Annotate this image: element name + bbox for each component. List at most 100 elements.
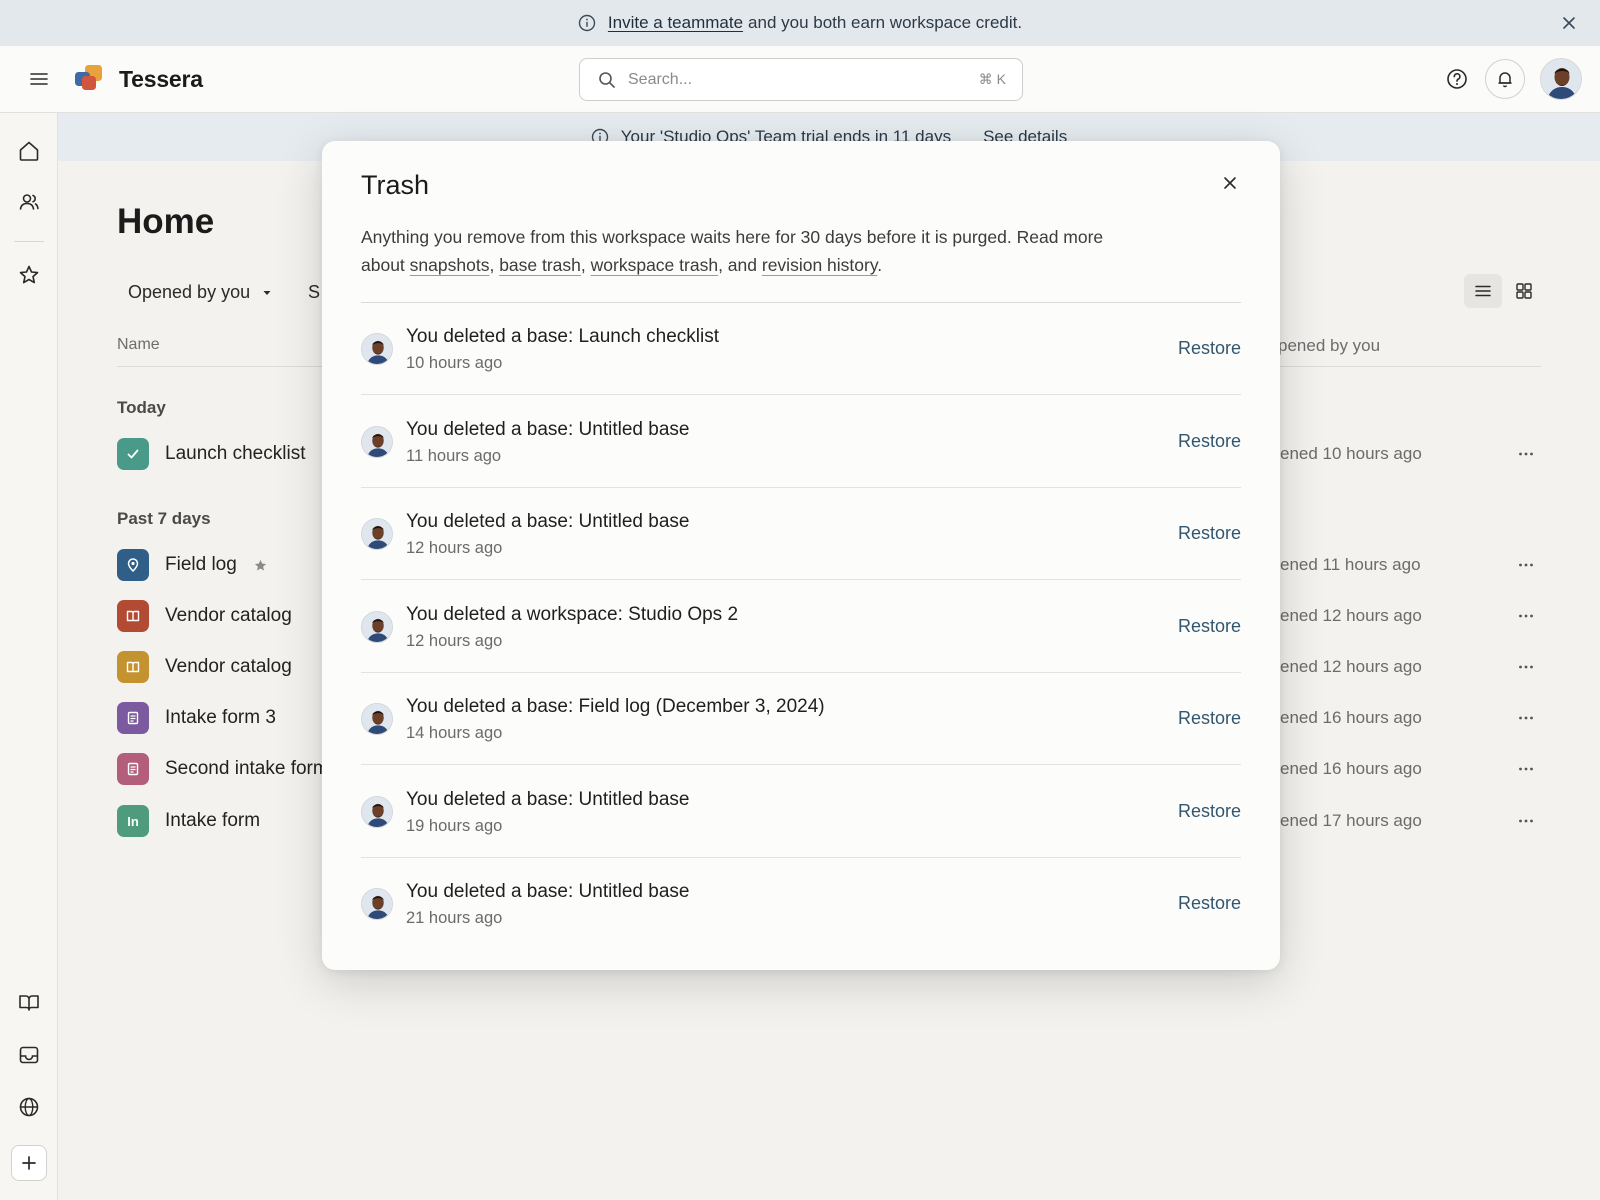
modal-title: Trash: [361, 170, 430, 200]
create-button[interactable]: [11, 1145, 47, 1181]
item-opened: ened 10 hours ago: [1280, 444, 1422, 463]
second-filter[interactable]: S: [308, 282, 320, 303]
restore-button[interactable]: Restore: [1178, 431, 1241, 452]
book-icon: [117, 600, 149, 632]
avatar: [361, 610, 393, 643]
book-icon[interactable]: [17, 991, 41, 1015]
item-name: Intake form 3: [165, 707, 276, 728]
trash-item-title: You deleted a base: Untitled base: [406, 511, 690, 532]
list-item[interactable]: Intake form 3: [117, 701, 276, 735]
avatar: [361, 888, 393, 920]
initials-icon: In: [117, 805, 149, 837]
list-view-button[interactable]: [1464, 274, 1502, 308]
grid-icon: [1516, 283, 1532, 299]
restore-button[interactable]: Restore: [1178, 893, 1241, 914]
search-input[interactable]: [628, 70, 979, 89]
trash-item-title: You deleted a workspace: Studio Ops 2: [406, 603, 739, 625]
restore-button[interactable]: Restore: [1178, 523, 1241, 544]
trash-item-time: 21 hours ago: [406, 909, 503, 927]
filter-label: Opened by you: [128, 282, 251, 302]
promo-banner: Invite a teammate and you both earn work…: [0, 0, 1600, 46]
search-icon: [598, 71, 616, 89]
list-item[interactable]: Vendor catalog: [117, 650, 292, 684]
avatar: [361, 425, 393, 458]
more-icon[interactable]: [1516, 708, 1536, 728]
list-item[interactable]: Vendor catalog: [117, 599, 292, 633]
item-name: Field log: [165, 554, 237, 575]
section-today: Today: [117, 398, 166, 417]
people-icon[interactable]: [17, 190, 41, 214]
form-icon: [117, 753, 149, 785]
grid-view-button[interactable]: [1505, 274, 1543, 308]
trash-item-time: 12 hours ago: [406, 539, 503, 557]
more-icon[interactable]: [1516, 444, 1536, 464]
globe-icon[interactable]: [17, 1095, 41, 1119]
avatar: [361, 703, 393, 735]
close-icon[interactable]: [1560, 14, 1578, 32]
restore-button[interactable]: Restore: [1178, 801, 1241, 822]
notifications-button[interactable]: [1485, 59, 1525, 99]
starred-icon[interactable]: [253, 558, 268, 573]
inbox-icon[interactable]: [17, 1043, 41, 1067]
check-icon: [117, 438, 149, 470]
list-item[interactable]: Field log: [117, 548, 268, 582]
column-header-opened[interactable]: pened by you: [1278, 336, 1380, 356]
restore-button[interactable]: Restore: [1178, 338, 1241, 359]
pin-icon: [117, 549, 149, 581]
column-header-name[interactable]: Name: [117, 336, 160, 354]
trash-item-time: 12 hours ago: [406, 631, 503, 650]
help-icon[interactable]: [1446, 68, 1468, 90]
item-opened: ened 12 hours ago: [1280, 606, 1422, 625]
bell-icon: [1498, 72, 1512, 88]
item-name: Vendor catalog: [165, 656, 292, 677]
item-opened: ened 11 hours ago: [1280, 555, 1421, 574]
more-icon[interactable]: [1516, 606, 1536, 626]
trash-item: You deleted a base: Untitled base 21 hou…: [361, 858, 1241, 950]
workspace-trash-link[interactable]: workspace trash: [591, 255, 718, 275]
user-avatar[interactable]: [1540, 58, 1582, 100]
trash-item: You deleted a workspace: Studio Ops 2 12…: [361, 581, 1241, 673]
app-header: Tessera ⌘ K: [0, 46, 1600, 113]
trash-item: You deleted a base: Field log (December …: [361, 673, 1241, 765]
trash-item-time: 14 hours ago: [406, 724, 503, 742]
more-icon[interactable]: [1516, 759, 1536, 779]
invite-teammate-link[interactable]: Invite a teammate: [608, 13, 743, 33]
restore-button[interactable]: Restore: [1178, 708, 1241, 729]
avatar: [361, 795, 393, 828]
trash-item: You deleted a base: Untitled base 12 hou…: [361, 488, 1241, 580]
trash-item-title: You deleted a base: Untitled base: [406, 881, 690, 902]
trash-item: You deleted a base: Untitled base 19 hou…: [361, 766, 1241, 858]
restore-button[interactable]: Restore: [1178, 616, 1241, 637]
search-bar[interactable]: ⌘ K: [579, 58, 1023, 101]
trash-item-title: You deleted a base: Untitled base: [406, 418, 690, 440]
item-opened: ened 16 hours ago: [1280, 759, 1422, 778]
trash-item: You deleted a base: Launch checklist 10 …: [361, 303, 1241, 395]
snapshots-link[interactable]: snapshots: [410, 255, 490, 275]
list-icon: [1475, 285, 1491, 297]
revision-history-link[interactable]: revision history: [762, 255, 877, 275]
menu-icon[interactable]: [29, 69, 49, 89]
item-name: Intake form: [165, 810, 261, 831]
item-opened: ened 17 hours ago: [1280, 811, 1422, 830]
star-icon[interactable]: [17, 263, 41, 287]
more-icon[interactable]: [1516, 657, 1536, 677]
list-item[interactable]: Launch checklist: [117, 437, 305, 471]
rail-divider: [14, 241, 44, 242]
opened-by-filter[interactable]: Opened by you: [128, 282, 272, 303]
trash-item-time: 19 hours ago: [406, 816, 503, 835]
trash-item-time: 10 hours ago: [406, 354, 503, 372]
left-rail: [0, 113, 58, 1200]
close-icon[interactable]: [1222, 175, 1238, 191]
list-item[interactable]: In Intake form: [117, 804, 260, 838]
more-icon[interactable]: [1516, 811, 1536, 831]
avatar: [361, 333, 393, 365]
list-item[interactable]: Second intake form: [117, 752, 329, 786]
more-icon[interactable]: [1516, 555, 1536, 575]
item-name: Vendor catalog: [165, 605, 292, 626]
home-icon[interactable]: [17, 139, 41, 163]
base-trash-link[interactable]: base trash: [499, 255, 581, 275]
book-icon: [117, 651, 149, 683]
promo-text: and you both earn workspace credit.: [748, 13, 1023, 32]
form-icon: [117, 702, 149, 734]
avatar: [361, 518, 393, 550]
